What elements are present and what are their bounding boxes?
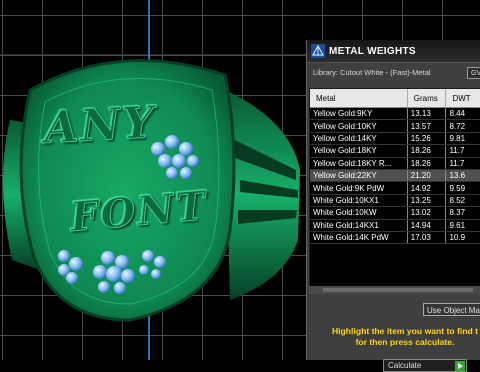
- metal-cell: Yellow Gold:14KY: [310, 132, 408, 146]
- grams-cell: 13.25: [407, 194, 447, 208]
- grams-cell: 18.26: [407, 144, 447, 158]
- table-row[interactable]: Yellow Gold:14KY 15.26 9.81: [310, 132, 480, 146]
- grams-cell: 21.20: [407, 169, 447, 183]
- grams-cell: 14.94: [407, 219, 447, 232]
- scale-icon: [311, 44, 325, 58]
- play-icon[interactable]: [455, 360, 465, 371]
- dwt-cell: 10.9: [445, 231, 480, 245]
- table-row[interactable]: Yellow Gold:10KY 13.57 8.72: [310, 119, 480, 133]
- dwt-cell: 13.6: [445, 169, 480, 183]
- instruction-text: Highlight the item you want to find t fo…: [315, 326, 480, 348]
- metal-cell: Yellow Gold:18KY: [310, 144, 408, 158]
- metal-cell: White Gold:14KX1: [310, 219, 408, 232]
- calculate-dropdown[interactable]: Calculate: [383, 359, 467, 372]
- table-horizontal-scrollbar[interactable]: [309, 286, 480, 294]
- dwt-cell: 9.61: [445, 219, 480, 232]
- calculate-label: Calculate: [388, 361, 422, 370]
- table-row[interactable]: Yellow Gold:18KY R... 18.26 11.7: [310, 157, 480, 170]
- table-header: Metal Grams DWT: [310, 89, 480, 108]
- column-header-grams[interactable]: Grams: [407, 89, 447, 108]
- instruction-line-1: Highlight the item you want to find t: [331, 326, 479, 336]
- column-header-dwt[interactable]: DWT: [445, 89, 480, 108]
- table-row[interactable]: Yellow Gold:9KY 13.13 8.44: [310, 107, 480, 121]
- grams-cell: 13.02: [407, 206, 447, 220]
- grams-cell: 13.13: [407, 107, 447, 121]
- table-row[interactable]: Yellow Gold:18KY 18.26 11.7: [310, 144, 480, 158]
- grams-cell: 18.26: [407, 157, 447, 170]
- panel-titlebar[interactable]: METAL WEIGHTS: [307, 40, 480, 63]
- instruction-line-2: for then press calculate.: [355, 337, 455, 347]
- table-row[interactable]: White Gold:9K PdW 14.92 9.59: [310, 181, 480, 195]
- column-header-metal[interactable]: Metal: [310, 89, 408, 108]
- metal-weights-panel: METAL WEIGHTS Library: Cutout White - (F…: [306, 40, 480, 372]
- dwt-cell: 9.81: [445, 132, 480, 146]
- grams-cell: 14.92: [407, 181, 447, 195]
- metal-cell: White Gold:9K PdW: [310, 181, 408, 195]
- dwt-cell: 8.52: [445, 194, 480, 208]
- metal-table[interactable]: Metal Grams DWT Yellow Gold:9KY 13.13 8.44…: [309, 88, 480, 288]
- use-object-material-button[interactable]: Use Object Ma: [423, 303, 480, 316]
- dwt-cell: 8.44: [445, 107, 480, 121]
- scrollbar-thumb[interactable]: [323, 288, 473, 292]
- library-label: Library: Cutout White - (Fast)-Metal: [313, 68, 431, 77]
- dwt-cell: 8.37: [445, 206, 480, 220]
- table-row[interactable]: White Gold:10KX1 13.25 8.52: [310, 194, 480, 208]
- panel-title: METAL WEIGHTS: [329, 45, 416, 57]
- grams-cell: 15.26: [407, 132, 447, 146]
- grams-cell: 17.03: [407, 231, 447, 245]
- table-row-selected[interactable]: Yellow Gold:22KY 21.20 13.6: [310, 169, 480, 183]
- metal-cell: Yellow Gold:9KY: [310, 107, 408, 121]
- dwt-cell: 11.7: [445, 144, 480, 158]
- table-row[interactable]: White Gold:10KW 13.02 8.37: [310, 206, 480, 220]
- dwt-cell: 9.59: [445, 181, 480, 195]
- table-row[interactable]: White Gold:14KX1 14.94 9.61: [310, 219, 480, 232]
- metal-cell: White Gold:10KW: [310, 206, 408, 220]
- metal-cell: White Gold:14K PdW: [310, 231, 408, 245]
- dwt-cell: 11.7: [445, 157, 480, 170]
- grams-cell: 13.57: [407, 119, 447, 133]
- dwt-cell: 8.72: [445, 119, 480, 133]
- metal-cell: Yellow Gold:10KY: [310, 119, 408, 133]
- ring-engraving-top: ANY: [42, 97, 158, 155]
- table-row[interactable]: White Gold:14K PdW 17.03 10.9: [310, 231, 480, 245]
- metal-cell: White Gold:10KX1: [310, 194, 408, 208]
- metal-cell: Yellow Gold:22KY: [310, 169, 408, 183]
- metal-cell: Yellow Gold:18KY R...: [310, 157, 408, 170]
- library-select-button[interactable]: GV: [467, 67, 480, 79]
